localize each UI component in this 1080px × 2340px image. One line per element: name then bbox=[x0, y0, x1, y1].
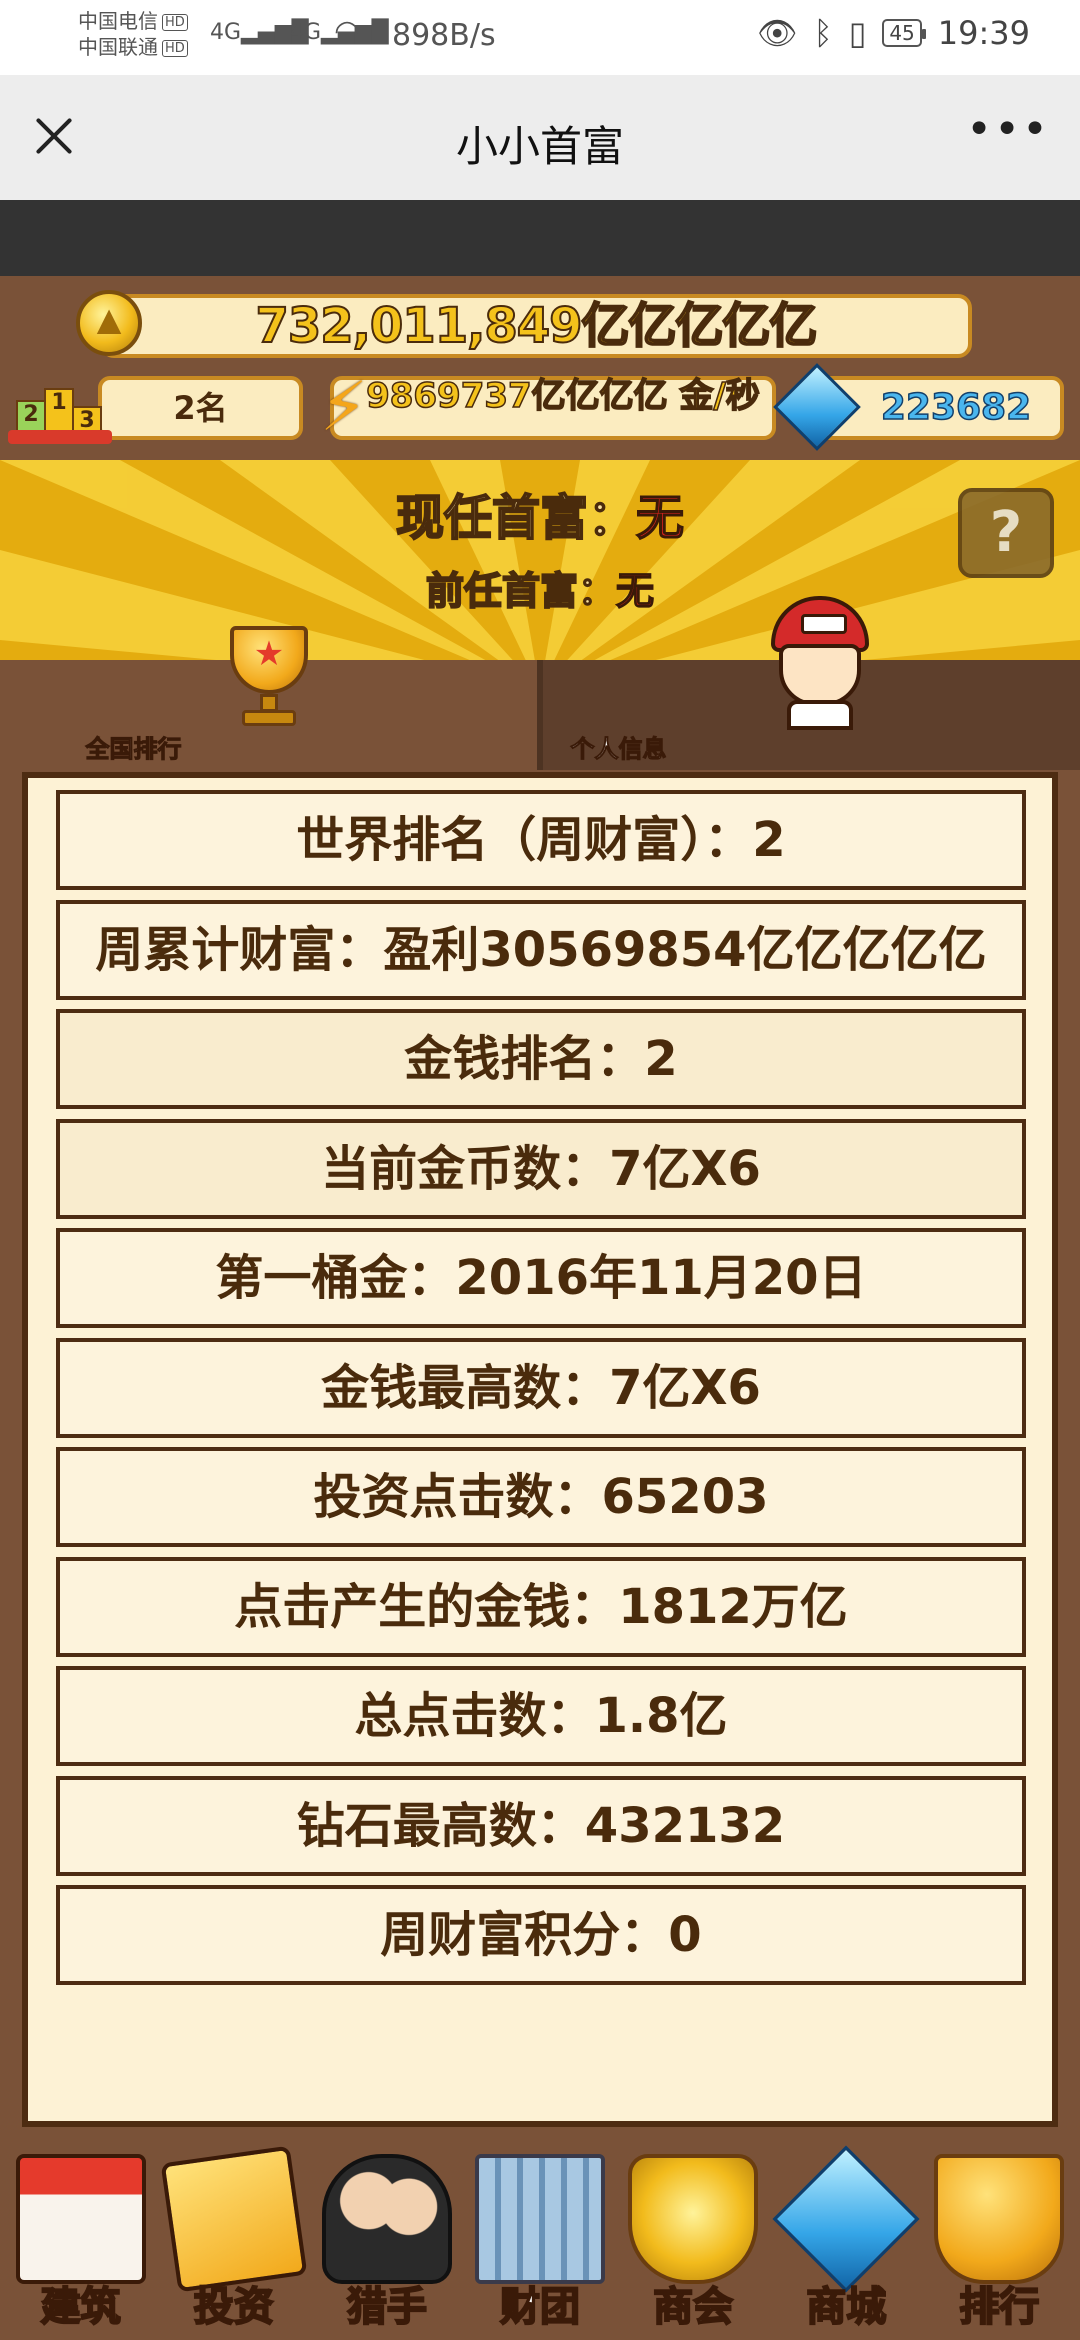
hunter-icon bbox=[321, 2154, 452, 2284]
previous-richest-label: 前任首富： bbox=[425, 568, 617, 614]
nav-hunter-label: 猎手 bbox=[346, 2283, 428, 2331]
income-box: 9869737亿亿亿亿 金/秒 bbox=[330, 376, 776, 440]
gold-total: 732,011,849亿亿亿亿亿 bbox=[254, 297, 818, 355]
income-per-second: 9869737亿亿亿亿 金/秒 bbox=[365, 376, 760, 416]
stat-max-diamonds: 钻石最高数：432132 bbox=[56, 1775, 1026, 1876]
battery-icon: 45 bbox=[882, 19, 927, 47]
hd-badge: HD bbox=[162, 40, 188, 57]
current-richest-value: 无 bbox=[635, 489, 685, 547]
nav-guild[interactable]: 商会 bbox=[618, 2146, 768, 2336]
tab-personal-info-label: 个人信息 bbox=[570, 735, 667, 764]
bluetooth-icon: ᛒ bbox=[813, 14, 833, 52]
nav-invest[interactable]: 投资 bbox=[159, 2145, 309, 2336]
status-right: 👁 ᛒ ▯ 45 19:39 bbox=[757, 14, 1030, 52]
stat-first-gold-date: 第一桶金：2016年11月20日 bbox=[56, 1228, 1026, 1328]
bottom-nav: 建筑 投资 猎手 财团 商会 商城 排行 bbox=[0, 2145, 1080, 2340]
trophy-icon bbox=[934, 2154, 1065, 2284]
diamond-store-icon bbox=[772, 2145, 920, 2293]
current-richest: 现任首富：无 bbox=[0, 478, 1080, 548]
nav-ranking[interactable]: 排行 bbox=[924, 2146, 1074, 2336]
investment-icon bbox=[160, 2145, 308, 2293]
current-richest-label: 现任首富： bbox=[395, 489, 637, 547]
stat-list: 世界排名（周财富）：2 周累计财富：盈利30569854亿亿亿亿亿 金钱排名：2… bbox=[56, 790, 1026, 1995]
podium-icon[interactable]: 2 1 3 bbox=[8, 368, 112, 444]
carrier-2: 中国联通 bbox=[78, 35, 158, 59]
status-bar: 中国电信 HD 中国联通 HD 4G▂▄▆█ 4G▂▄▆█ ◠ 898B/s 👁 ᛒ… bbox=[0, 0, 1080, 75]
nav-ranking-label: 排行 bbox=[958, 2283, 1040, 2331]
nav-mall[interactable]: 商城 bbox=[771, 2145, 921, 2336]
rank-value: 2名 bbox=[173, 389, 228, 427]
tab-bar: 全国排行 个人信息 bbox=[0, 596, 1080, 770]
richest-banner: 现任首富：无 前任首富：无 ? bbox=[0, 460, 1080, 660]
eye-icon: 👁 bbox=[756, 14, 798, 52]
nav-guild-label: 商会 bbox=[652, 2283, 734, 2331]
hd-badge: HD bbox=[162, 14, 188, 31]
game-area: 732,011,849亿亿亿亿亿 2名 2 1 3 9869737亿亿亿亿 金/… bbox=[0, 276, 1080, 2340]
wifi-icon: ◠ bbox=[334, 14, 361, 49]
nav-consortium-label: 财团 bbox=[499, 2283, 581, 2331]
shop-icon bbox=[15, 2154, 146, 2284]
nav-consortium[interactable]: 财团 bbox=[465, 2146, 615, 2336]
tab-national-ranking-label: 全国排行 bbox=[85, 735, 182, 764]
page-title: 小小首富 bbox=[455, 122, 624, 171]
gold-total-bar: 732,011,849亿亿亿亿亿 bbox=[100, 294, 972, 358]
more-options-button[interactable]: ••• bbox=[966, 108, 1050, 152]
stat-current-gold: 当前金币数：7亿X6 bbox=[56, 1118, 1026, 1219]
office-building-icon bbox=[474, 2154, 605, 2284]
carrier-1: 中国电信 bbox=[78, 9, 158, 33]
rank-box: 2名 bbox=[98, 376, 303, 440]
stat-weekly-score: 周财富积分：0 bbox=[56, 1885, 1026, 1985]
lightning-icon: ⚡ bbox=[320, 368, 368, 447]
top-band bbox=[0, 200, 1080, 276]
clock: 19:39 bbox=[937, 14, 1030, 52]
nav-hunter[interactable]: 猎手 bbox=[312, 2146, 462, 2336]
stat-weekly-wealth: 周累计财富：盈利30569854亿亿亿亿亿 bbox=[56, 899, 1026, 1000]
previous-richest: 前任首富：无 bbox=[0, 560, 1080, 615]
diamond-count: 223682 bbox=[880, 386, 1032, 429]
nav-invest-label: 投资 bbox=[193, 2283, 275, 2331]
network-speed: 898B/s bbox=[392, 18, 496, 53]
stat-money-rank: 金钱排名：2 bbox=[56, 1009, 1026, 1109]
stat-total-clicks: 总点击数：1.8亿 bbox=[56, 1666, 1026, 1766]
nav-building[interactable]: 建筑 bbox=[6, 2146, 156, 2336]
nav-building-label: 建筑 bbox=[40, 2283, 122, 2331]
trophy-icon bbox=[216, 626, 322, 736]
carrier-info: 中国电信 HD 中国联通 HD bbox=[78, 8, 188, 60]
stat-invest-clicks: 投资点击数：65203 bbox=[56, 1447, 1026, 1547]
personal-info-panel: 世界排名（周财富）：2 周累计财富：盈利30569854亿亿亿亿亿 金钱排名：2… bbox=[22, 772, 1058, 2127]
guild-badge-icon bbox=[628, 2154, 759, 2284]
player-avatar-icon bbox=[765, 596, 875, 746]
stat-click-money: 点击产生的金钱：1812万亿 bbox=[56, 1556, 1026, 1657]
nav-mall-label: 商城 bbox=[805, 2283, 887, 2331]
title-bar: 小小首富 ••• bbox=[0, 75, 1080, 200]
stat-world-rank: 世界排名（周财富）：2 bbox=[56, 790, 1026, 890]
help-button[interactable]: ? bbox=[958, 488, 1054, 578]
gold-coin-icon bbox=[76, 290, 142, 356]
stat-max-gold: 金钱最高数：7亿X6 bbox=[56, 1337, 1026, 1438]
previous-richest-value: 无 bbox=[615, 568, 655, 614]
tab-personal-info[interactable]: 个人信息 bbox=[543, 596, 1080, 770]
vibrate-icon: ▯ bbox=[848, 14, 867, 52]
